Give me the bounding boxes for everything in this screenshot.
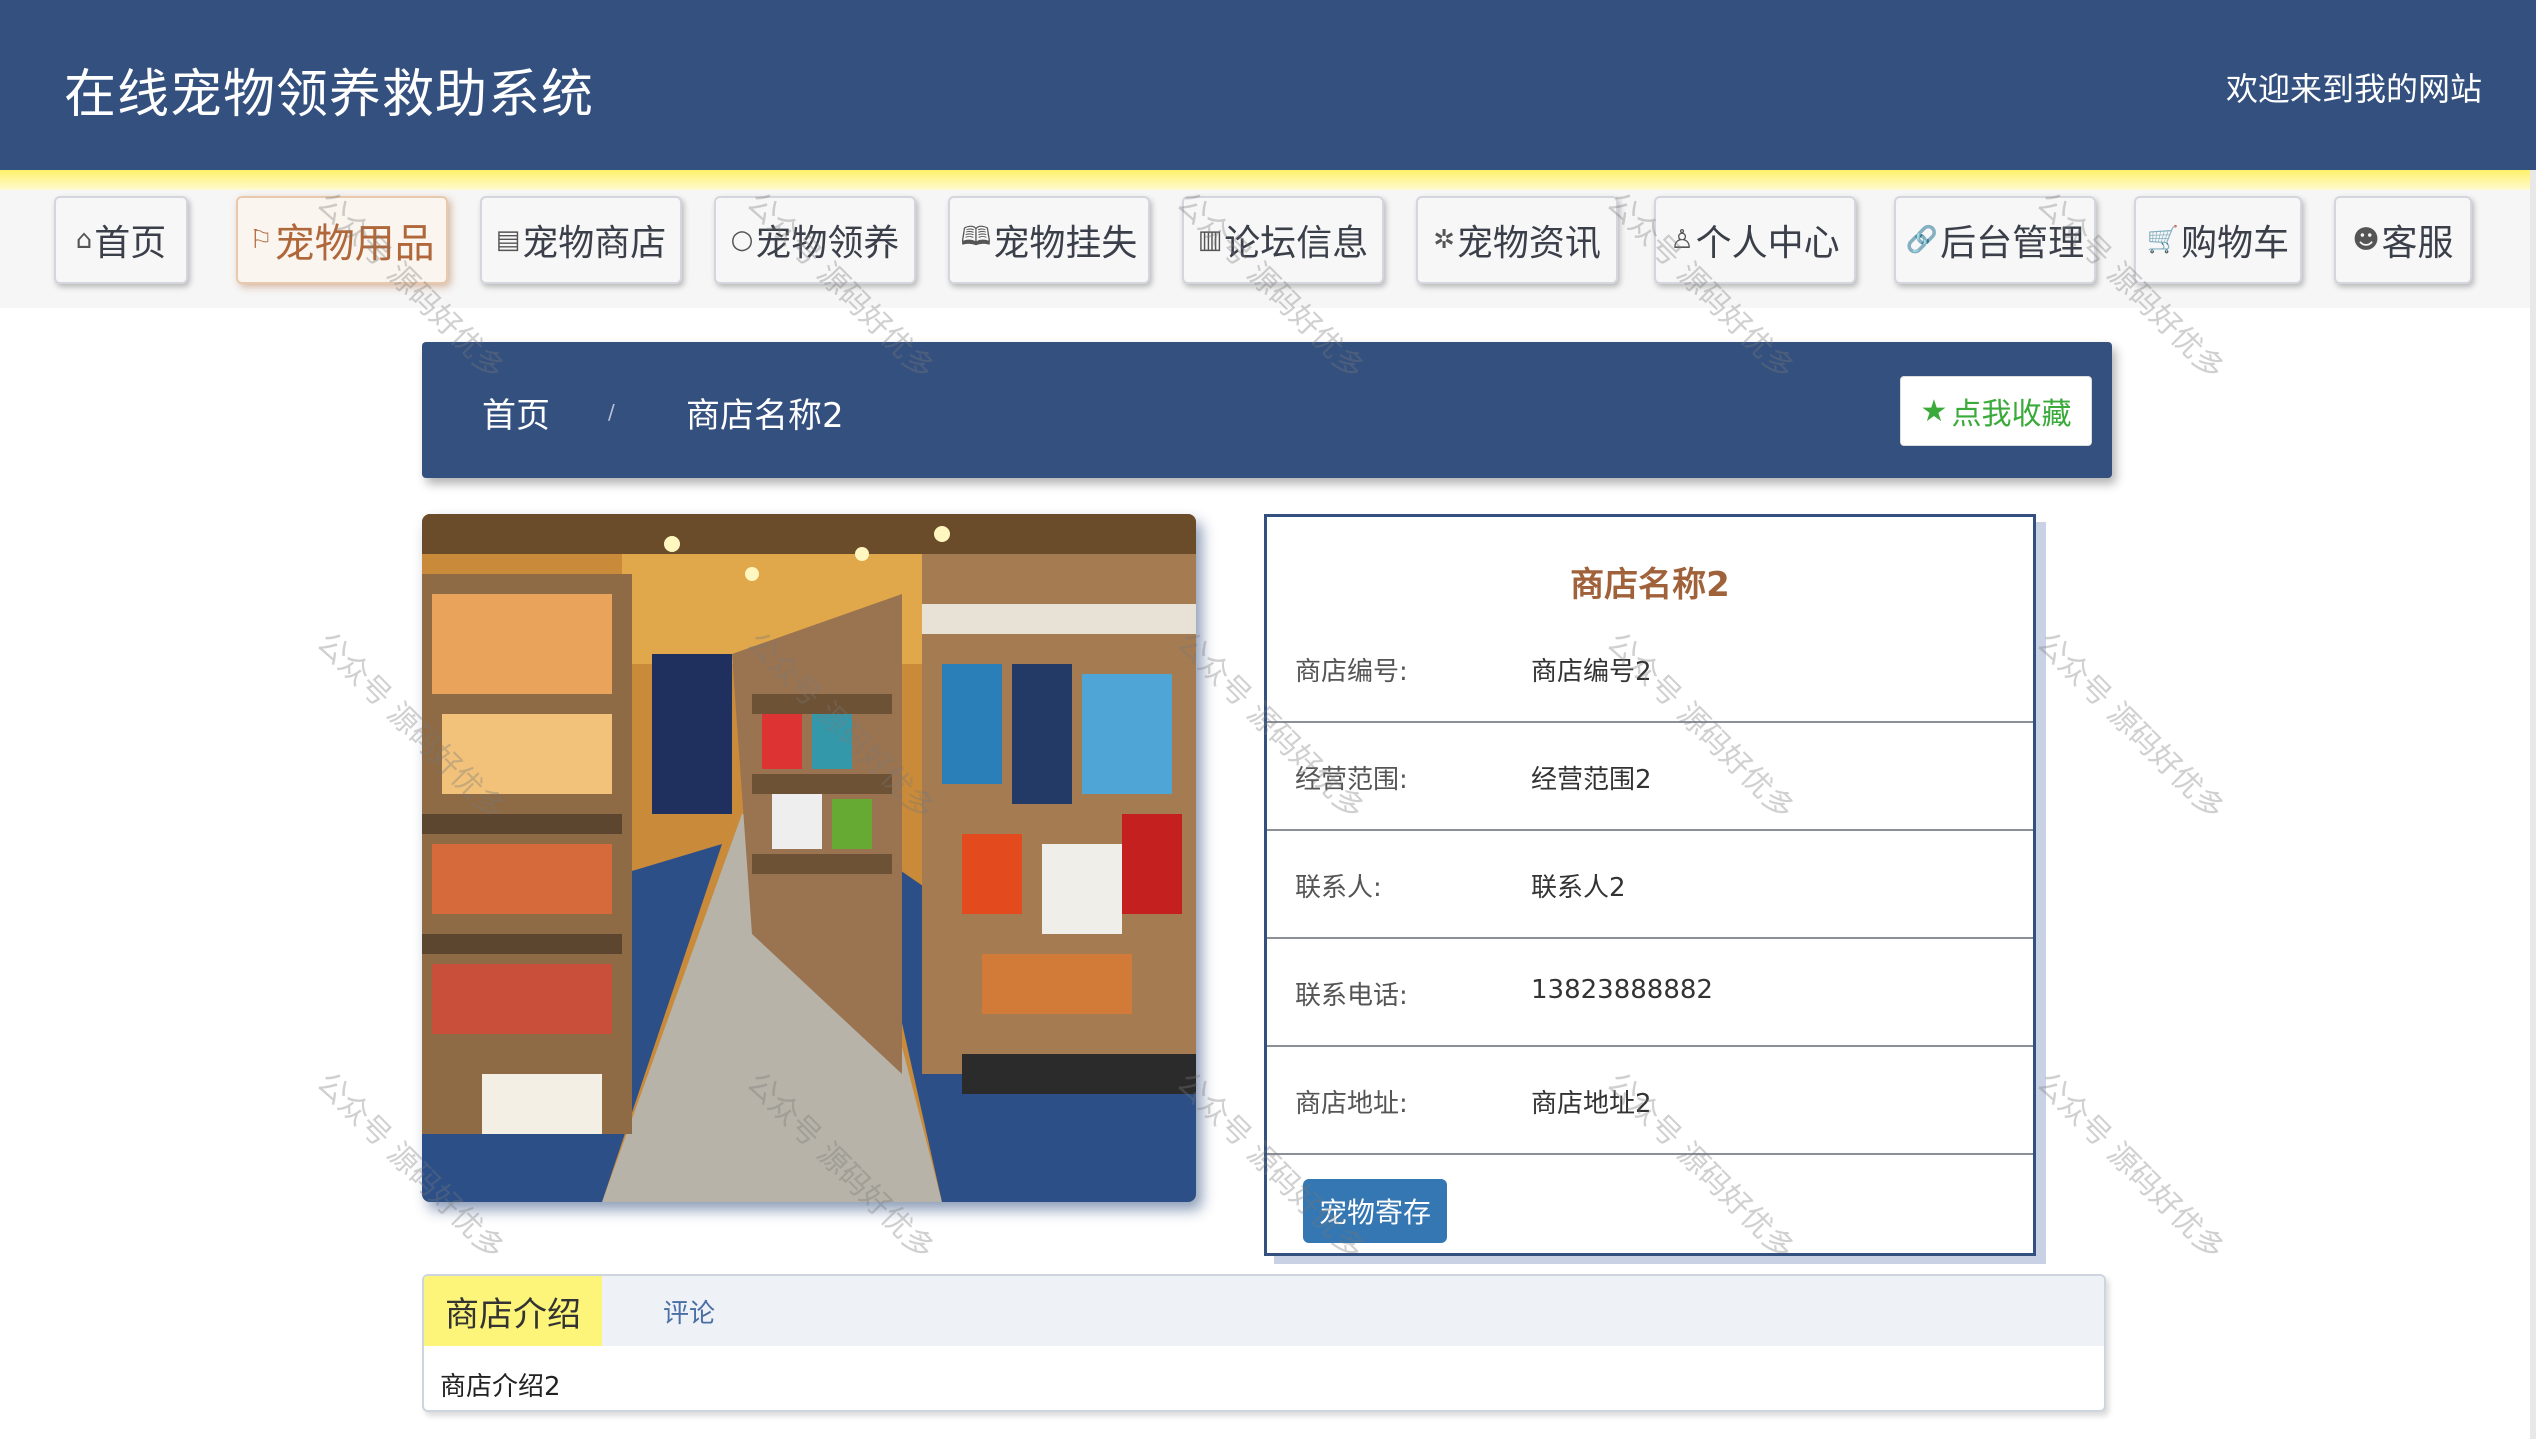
star-icon: ★ bbox=[1920, 393, 1948, 429]
calendar-icon: ▤ bbox=[495, 225, 521, 255]
nav-item-pet-news[interactable]: ✲ 宠物资讯 bbox=[1416, 196, 1618, 284]
wechat-icon: ☻ bbox=[2352, 225, 2380, 255]
site-header: 在线宠物领养救助系统 欢迎来到我的网站 bbox=[0, 0, 2536, 170]
nav-item-admin[interactable]: 🔗 后台管理 bbox=[1894, 196, 2096, 284]
nav-item-profile[interactable]: ♙ 个人中心 bbox=[1654, 196, 1856, 284]
nav-item-pet-supplies[interactable]: ⚐ 宠物用品 bbox=[236, 196, 448, 284]
chart-icon: ▥ bbox=[1197, 225, 1223, 255]
nav-item-home[interactable]: ⌂ 首页 bbox=[54, 196, 188, 284]
favorite-button[interactable]: ★ 点我收藏 bbox=[1900, 376, 2092, 446]
nav-item-label: 论坛信息 bbox=[1224, 223, 1369, 264]
info-label: 商店编号: bbox=[1295, 657, 1408, 687]
nav-item-lost-report[interactable]: 🕮 宠物挂失 bbox=[948, 196, 1150, 284]
info-value: 13823888882 bbox=[1531, 975, 1713, 1005]
info-value: 商店地址2 bbox=[1531, 1089, 1652, 1119]
info-row-shop-id: 商店编号: 商店编号2 bbox=[1267, 615, 2033, 723]
nav-item-pet-store[interactable]: ▤ 宠物商店 bbox=[480, 196, 682, 284]
tab-shop-intro[interactable]: 商店介绍 bbox=[424, 1276, 602, 1346]
spinner-icon: ✲ bbox=[1433, 225, 1455, 255]
circle-icon: ○ bbox=[730, 225, 754, 255]
tab-content-text: 商店介绍2 bbox=[440, 1372, 561, 1402]
watermark: 公众号 源码好优多 bbox=[2029, 625, 2231, 827]
nav-item-label: 宠物领养 bbox=[755, 223, 900, 264]
cart-icon: 🛒 bbox=[2146, 225, 2180, 255]
info-row-phone: 联系电话: 13823888882 bbox=[1267, 939, 2033, 1047]
info-label: 商店地址: bbox=[1295, 1089, 1408, 1119]
breadcrumb-home-link[interactable]: 首页 bbox=[482, 388, 550, 437]
nav-item-label: 个人中心 bbox=[1695, 223, 1840, 264]
info-value: 商店编号2 bbox=[1531, 657, 1652, 687]
book-icon: 🕮 bbox=[960, 222, 992, 252]
nav-item-label: 购物车 bbox=[2181, 223, 2290, 264]
breadcrumb-separator: / bbox=[608, 400, 615, 424]
nav-item-forum[interactable]: ▥ 论坛信息 bbox=[1182, 196, 1384, 284]
info-row-business-scope: 经营范围: 经营范围2 bbox=[1267, 723, 2033, 831]
page: 在线宠物领养救助系统 欢迎来到我的网站 ⌂ 首页 ⚐ 宠物用品 ▤ 宠物商店 ○… bbox=[0, 0, 2536, 1439]
info-label: 经营范围: bbox=[1295, 765, 1408, 795]
header-accent-strip bbox=[0, 170, 2536, 190]
info-value: 经营范围2 bbox=[1531, 765, 1652, 795]
nav-item-label: 宠物挂失 bbox=[993, 223, 1138, 264]
shop-name-heading: 商店名称2 bbox=[1570, 565, 1730, 605]
favorite-button-label: 点我收藏 bbox=[1951, 397, 2072, 432]
info-label: 联系电话: bbox=[1295, 981, 1408, 1011]
tabs-header: 商店介绍 评论 bbox=[424, 1276, 2104, 1346]
pet-foster-button[interactable]: 宠物寄存 bbox=[1303, 1179, 1447, 1243]
nav-item-adoption[interactable]: ○ 宠物领养 bbox=[714, 196, 916, 284]
tab-comments[interactable]: 评论 bbox=[634, 1276, 744, 1346]
home-icon: ⌂ bbox=[75, 225, 93, 255]
flag-icon: ⚐ bbox=[249, 225, 273, 255]
shop-photo-illustration bbox=[422, 514, 1196, 1202]
welcome-text: 欢迎来到我的网站 bbox=[2225, 70, 2482, 108]
info-row-contact: 联系人: 联系人2 bbox=[1267, 831, 2033, 939]
nav-item-label: 宠物用品 bbox=[274, 221, 435, 267]
detail-tabs: 商店介绍 评论 商店介绍2 bbox=[422, 1274, 2106, 1412]
page-scrollbar[interactable] bbox=[2530, 170, 2536, 1439]
nav-item-label: 宠物资讯 bbox=[1456, 223, 1601, 264]
nav-item-label: 客服 bbox=[2381, 223, 2454, 264]
shop-info-panel: 商店名称2 商店编号: 商店编号2 经营范围: 经营范围2 联系人: 联系人2 … bbox=[1264, 514, 2036, 1256]
info-row-address: 商店地址: 商店地址2 bbox=[1267, 1047, 2033, 1155]
main-nav: ⌂ 首页 ⚐ 宠物用品 ▤ 宠物商店 ○ 宠物领养 🕮 宠物挂失 ▥ 论坛信息 … bbox=[0, 190, 2536, 308]
nav-item-customer-service[interactable]: ☻ 客服 bbox=[2334, 196, 2472, 284]
nav-item-label: 后台管理 bbox=[1940, 223, 2085, 264]
nav-item-cart[interactable]: 🛒 购物车 bbox=[2134, 196, 2302, 284]
breadcrumb-current: 商店名称2 bbox=[686, 396, 844, 436]
site-title[interactable]: 在线宠物领养救助系统 bbox=[64, 52, 594, 127]
watermark: 公众号 源码好优多 bbox=[2029, 1065, 2231, 1267]
info-label: 联系人: bbox=[1295, 873, 1382, 903]
breadcrumb: 首页 / 商店名称2 ★ 点我收藏 bbox=[422, 342, 2112, 478]
shop-photo bbox=[422, 514, 1196, 1202]
info-value: 联系人2 bbox=[1531, 873, 1626, 903]
nav-item-label: 首页 bbox=[94, 223, 167, 264]
user-icon: ♙ bbox=[1670, 225, 1694, 255]
nav-item-label: 宠物商店 bbox=[522, 223, 667, 264]
link-icon: 🔗 bbox=[1905, 225, 1939, 255]
